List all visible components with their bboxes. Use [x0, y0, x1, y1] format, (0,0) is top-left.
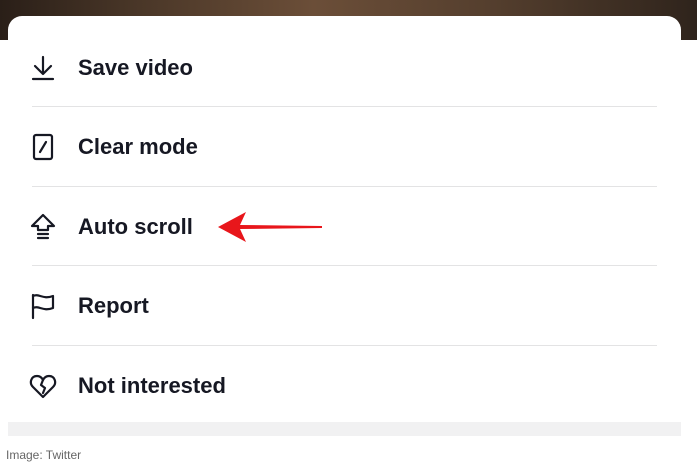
flag-icon [28, 291, 58, 321]
auto-scroll-button[interactable]: Auto scroll [24, 187, 649, 266]
download-icon [28, 53, 58, 83]
auto-scroll-icon [28, 212, 58, 242]
clear-mode-button[interactable]: Clear mode [24, 107, 649, 186]
red-arrow-annotation [218, 212, 322, 242]
menu-item-label: Not interested [78, 372, 226, 398]
menu-item-label: Report [78, 292, 149, 318]
save-video-button[interactable]: Save video [24, 28, 649, 107]
menu-item-label: Clear mode [78, 133, 198, 159]
broken-heart-icon [28, 371, 58, 401]
clear-mode-icon [28, 132, 58, 162]
menu-item-label: Save video [78, 54, 193, 80]
report-button[interactable]: Report [24, 266, 649, 345]
screenshot: Save video Clear mode Auto scroll Report… [0, 0, 697, 436]
menu-item-label: Auto scroll [78, 213, 193, 239]
not-interested-button[interactable]: Not interested [24, 346, 649, 425]
image-caption: Image: Twitter [6, 448, 82, 462]
